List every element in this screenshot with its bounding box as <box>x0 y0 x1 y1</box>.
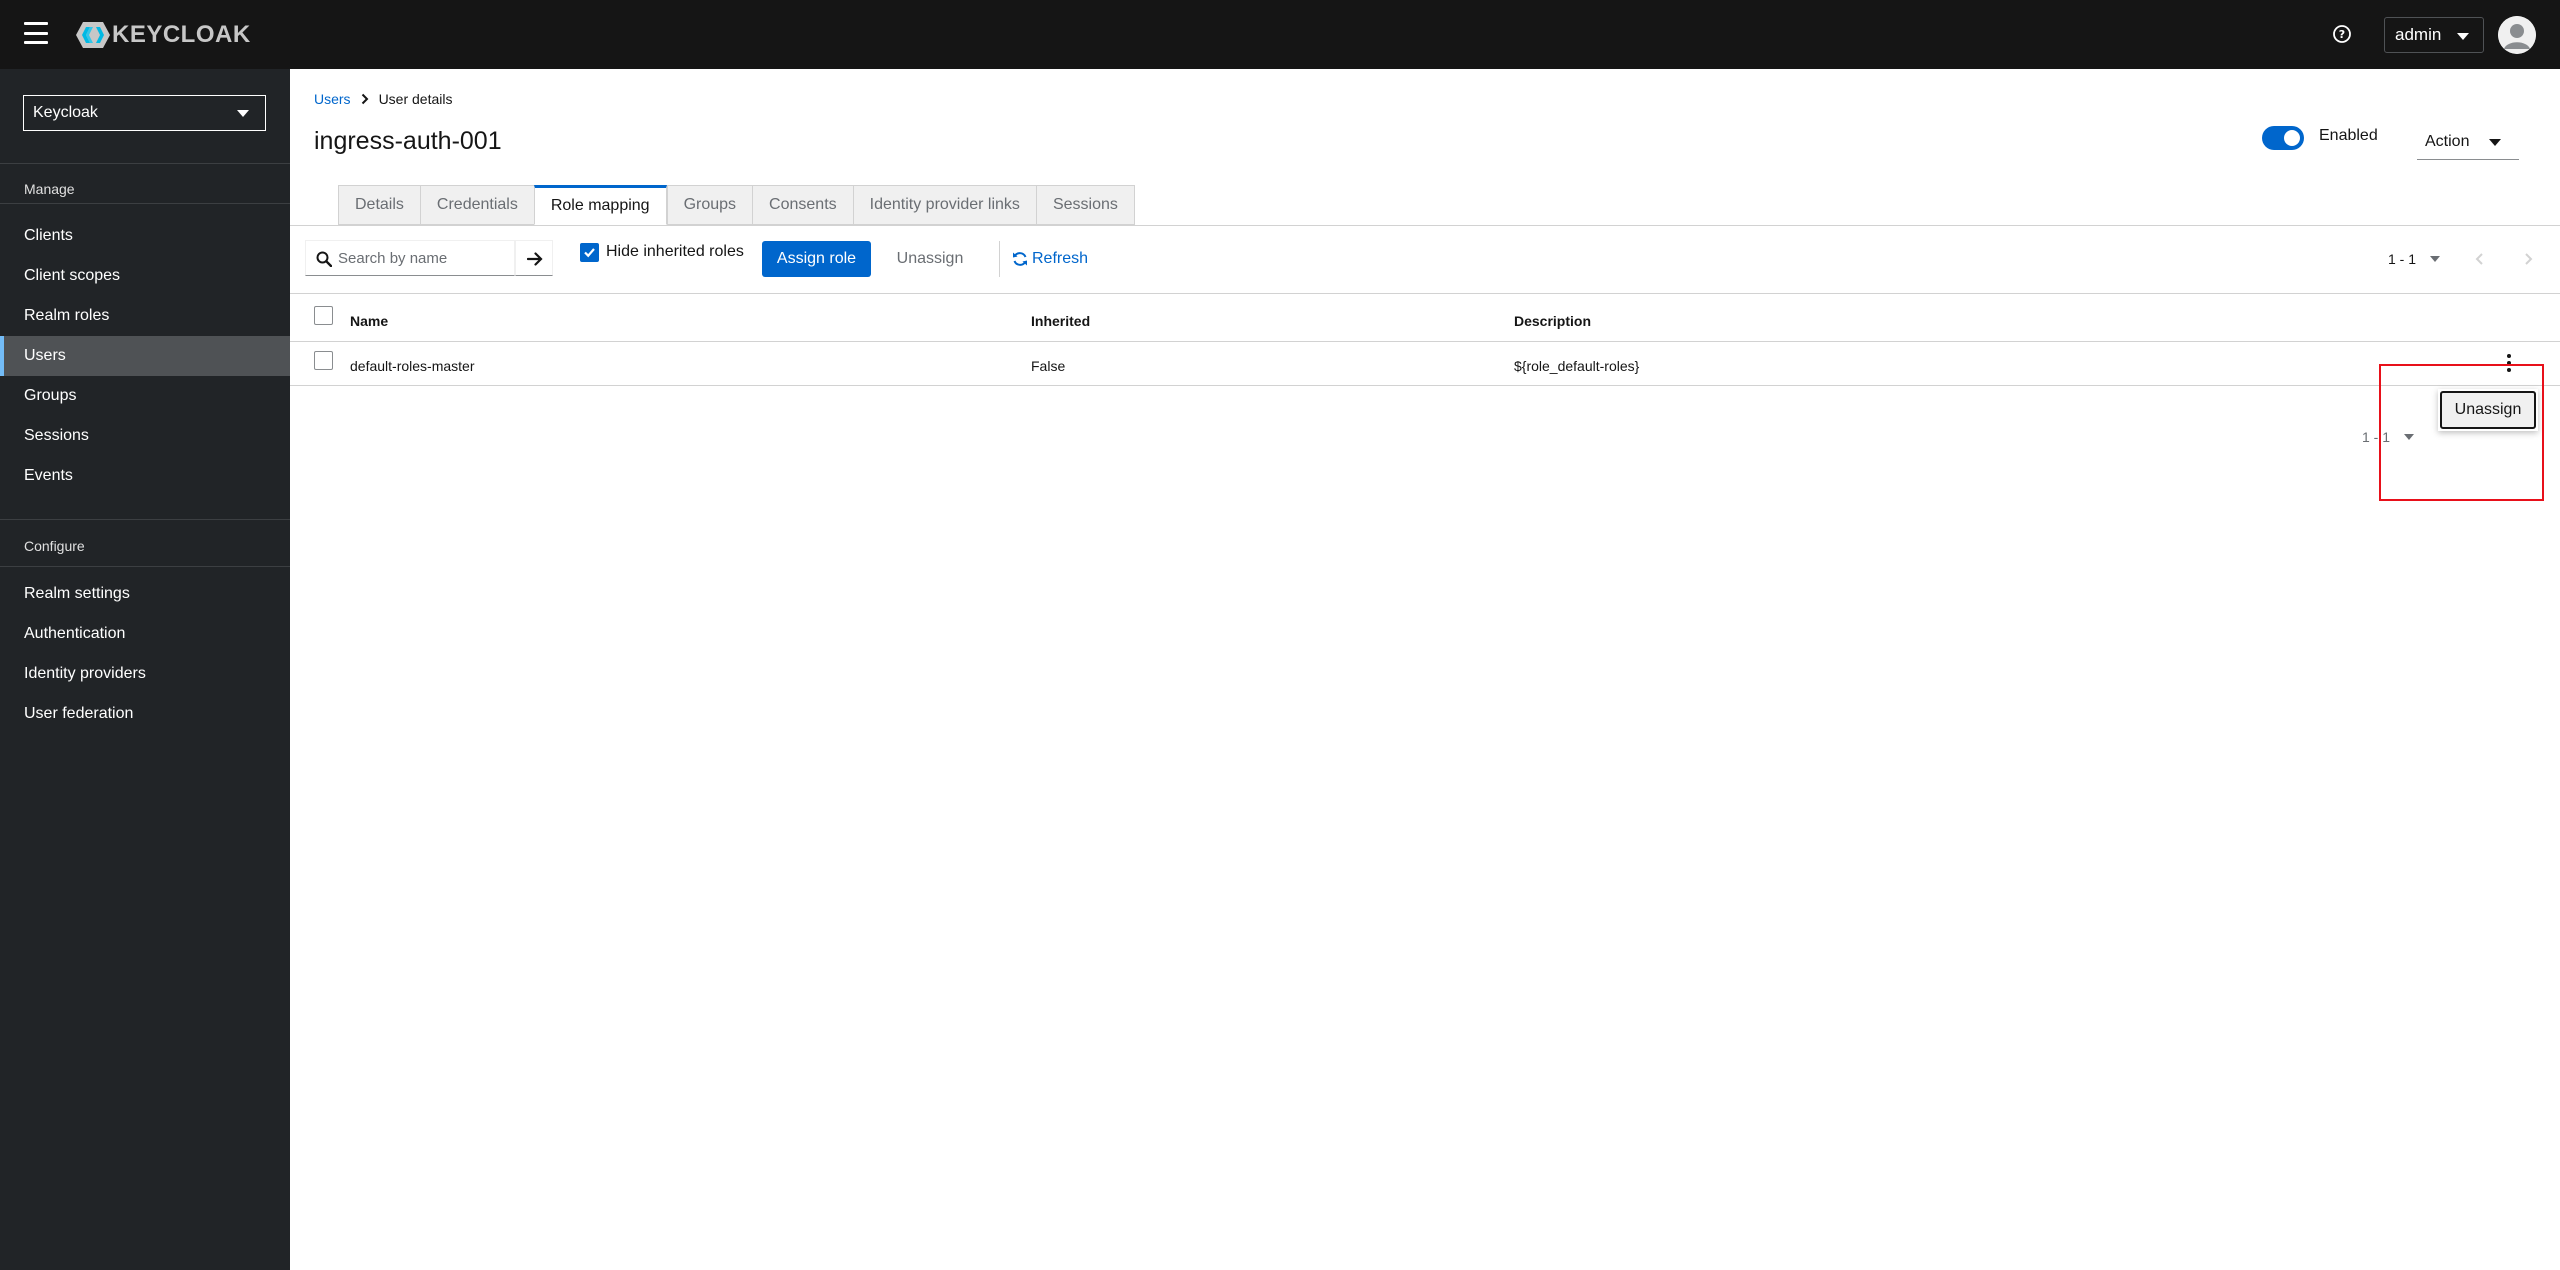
pagination-range: 1 - 1 <box>2388 251 2417 267</box>
unassign-button[interactable]: Unassign <box>887 241 973 277</box>
realm-selector[interactable]: Keycloak <box>23 95 266 131</box>
refresh-label: Refresh <box>1032 250 1089 267</box>
row-select-checkbox[interactable] <box>314 351 333 370</box>
sidebar-item-clients[interactable]: Clients <box>0 216 290 256</box>
role-name-cell: default-roles-master <box>350 358 475 374</box>
bottom-pagination-toggle[interactable]: 1 - 1 <box>2362 427 2415 447</box>
nav-divider <box>0 519 290 520</box>
inherited-cell: False <box>1031 358 1066 374</box>
page-title: ingress-auth-001 <box>314 127 502 155</box>
sidebar-item-realm-roles[interactable]: Realm roles <box>0 296 290 336</box>
sidebar: Keycloak Manage Clients Client scopes Re… <box>0 69 290 1270</box>
arrow-right-icon <box>527 252 543 266</box>
keycloak-logo-icon <box>76 22 110 48</box>
user-name: admin <box>2395 25 2442 44</box>
sidebar-item-groups[interactable]: Groups <box>0 376 290 416</box>
brand-name: KEYCLOAK <box>112 21 251 48</box>
caret-down-icon <box>2404 434 2415 440</box>
sidebar-item-authentication[interactable]: Authentication <box>0 614 290 654</box>
select-all-checkbox[interactable] <box>314 306 333 325</box>
sidebar-item-user-federation[interactable]: User federation <box>0 694 290 734</box>
refresh-icon <box>1013 252 1027 266</box>
masthead: KEYCLOAK ? admin <box>0 0 2560 69</box>
toolbar-divider <box>290 293 2560 294</box>
description-cell: ${role_default-roles} <box>1514 358 1640 374</box>
tab-details[interactable]: Details <box>338 185 420 225</box>
refresh-button[interactable]: Refresh <box>1012 241 1088 277</box>
caret-down-icon <box>2489 139 2501 146</box>
menu-item-unassign[interactable]: Unassign <box>2440 391 2536 429</box>
checkmark-icon <box>584 248 595 258</box>
action-label: Action <box>2425 132 2470 150</box>
chevron-right-icon <box>361 93 368 105</box>
breadcrumb-current: User details <box>378 91 453 107</box>
row-actions-menu: Unassign <box>2438 389 2538 431</box>
search-input[interactable] <box>338 241 508 275</box>
sidebar-item-client-scopes[interactable]: Client scopes <box>0 256 290 296</box>
tab-sessions[interactable]: Sessions <box>1035 185 1135 225</box>
sidebar-item-sessions[interactable]: Sessions <box>0 416 290 456</box>
nav-section-configure: Configure <box>24 538 85 554</box>
caret-down-icon <box>2430 256 2441 262</box>
column-header-name[interactable]: Name <box>350 313 388 329</box>
tab-groups[interactable]: Groups <box>666 185 753 225</box>
caret-down-icon <box>2457 33 2469 40</box>
tab-identity-provider-links[interactable]: Identity provider links <box>852 185 1036 225</box>
tab-credentials[interactable]: Credentials <box>419 185 534 225</box>
hide-inherited-checkbox[interactable] <box>580 243 599 262</box>
search-box <box>305 240 515 276</box>
row-actions-kebab-icon[interactable] <box>2501 352 2517 374</box>
next-page-icon[interactable] <box>2518 249 2538 269</box>
avatar[interactable] <box>2498 16 2536 54</box>
user-dropdown[interactable]: admin <box>2384 17 2484 53</box>
enabled-switch[interactable] <box>2262 126 2304 150</box>
main-content: Users User details ingress-auth-001 Enab… <box>290 69 2560 1270</box>
nav-divider <box>0 566 290 567</box>
table-header-divider <box>290 341 2560 342</box>
sidebar-item-realm-settings[interactable]: Realm settings <box>0 574 290 614</box>
previous-page-icon[interactable] <box>2470 249 2490 269</box>
svg-text:?: ? <box>2339 28 2345 41</box>
breadcrumb-users-link[interactable]: Users <box>314 91 351 107</box>
help-circle-icon[interactable]: ? <box>2331 23 2353 45</box>
nav-divider <box>0 203 290 204</box>
action-dropdown[interactable]: Action <box>2417 124 2519 160</box>
enabled-label: Enabled <box>2319 127 2378 144</box>
tab-consents[interactable]: Consents <box>752 185 853 225</box>
hide-inherited-label: Hide inherited roles <box>606 243 744 260</box>
tab-role-mapping[interactable]: Role mapping <box>533 185 667 225</box>
nav-divider <box>0 163 290 164</box>
table-row-divider <box>290 385 2560 386</box>
tab-bar: Details Credentials Role mapping Groups … <box>338 185 1135 225</box>
assign-role-button[interactable]: Assign role <box>762 241 871 277</box>
column-header-inherited: Inherited <box>1031 313 1091 329</box>
sidebar-item-events[interactable]: Events <box>0 456 290 496</box>
search-icon <box>316 251 332 267</box>
search-submit-button[interactable] <box>515 240 553 276</box>
tabs-divider <box>290 225 2560 226</box>
column-header-description: Description <box>1514 313 1592 329</box>
nav-section-manage: Manage <box>24 181 75 197</box>
user-avatar-icon <box>2498 16 2536 54</box>
breadcrumb: Users User details <box>314 91 452 107</box>
toolbar-separator <box>999 241 1000 277</box>
brand-logo[interactable]: KEYCLOAK <box>76 20 251 50</box>
caret-down-icon <box>237 110 249 117</box>
realm-name: Keycloak <box>33 104 98 121</box>
pagination-toggle[interactable]: 1 - 1 <box>2388 241 2441 277</box>
bottom-pagination-range: 1 - 1 <box>2362 429 2391 445</box>
sidebar-item-identity-providers[interactable]: Identity providers <box>0 654 290 694</box>
sidebar-item-users[interactable]: Users <box>0 336 290 376</box>
switch-knob <box>2284 130 2300 146</box>
hamburger-icon[interactable] <box>24 22 48 44</box>
